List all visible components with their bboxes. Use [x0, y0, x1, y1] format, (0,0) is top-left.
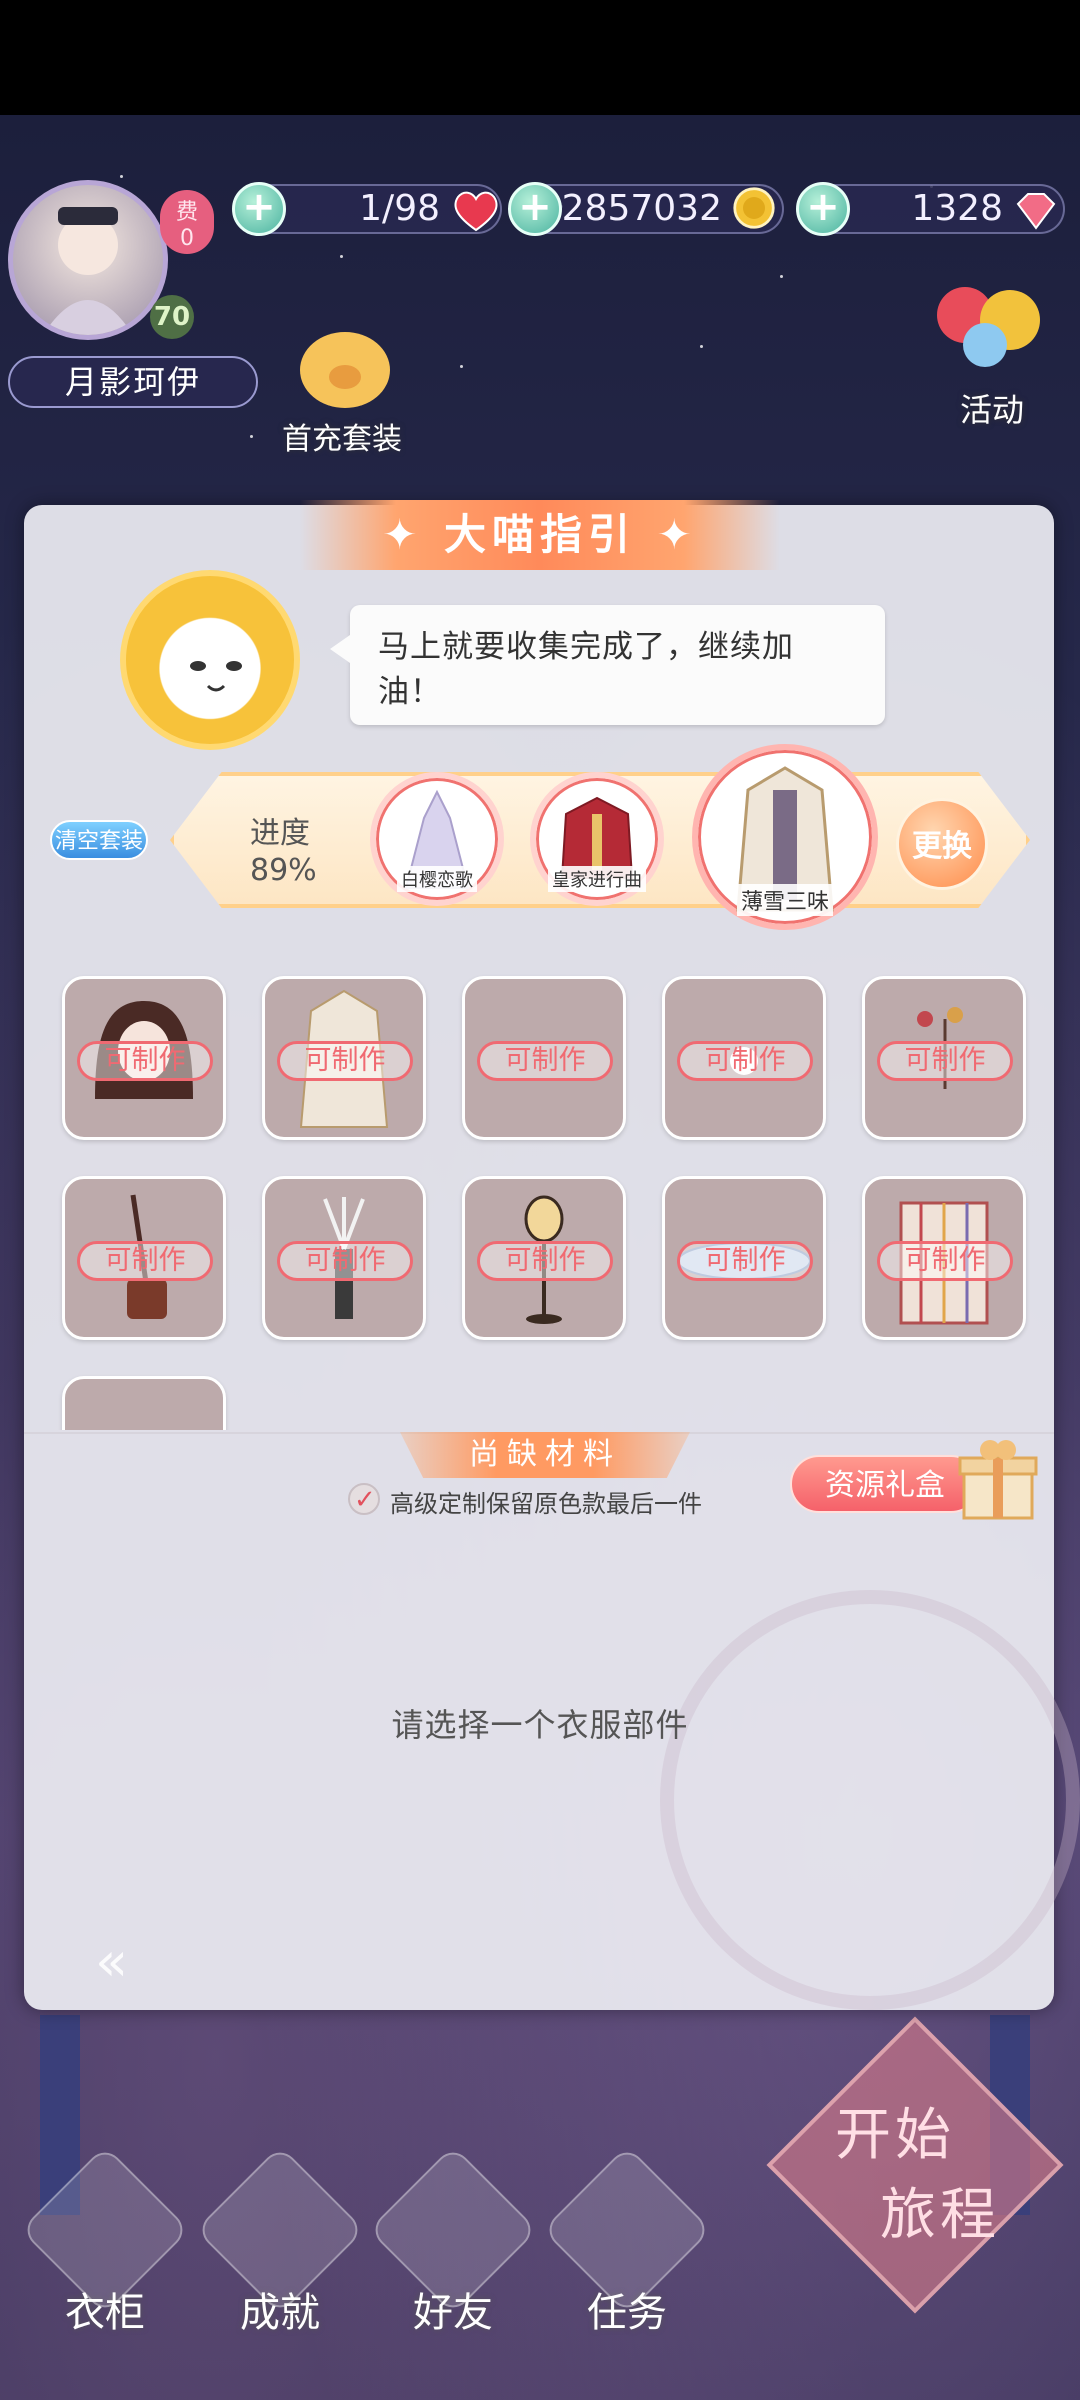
events-label[interactable]: 活动 [960, 385, 1024, 431]
item-cell-lantern[interactable]: 可制作 [462, 1176, 626, 1340]
start-journey-line2: 旅程 [880, 2183, 1000, 2248]
nav-friends[interactable]: 好友 [368, 2145, 538, 2338]
item-grid: 可制作 可制作 可制作 可制作 可制作 可制作 可制作 可制作 可制作 可制作 [24, 960, 1054, 1430]
item-cell-hairpin[interactable]: 可制作 [862, 976, 1026, 1140]
collapse-arrows-icon[interactable]: « [95, 1930, 128, 1993]
craftable-tag: 可制作 [77, 1241, 213, 1281]
keep-color-checkbox[interactable]: ✓ [348, 1483, 380, 1515]
cat-face-icon [190, 661, 242, 692]
suit-option-1-label: 白樱恋歌 [397, 866, 477, 892]
item-cell-empty[interactable]: 可制作 [462, 976, 626, 1140]
player-avatar[interactable] [8, 180, 168, 340]
gold-coin-icon [733, 187, 775, 229]
suit-option-2[interactable]: 皇家进行曲 [530, 772, 664, 906]
add-hearts-button[interactable]: + [232, 182, 286, 236]
add-gold-button[interactable]: + [508, 182, 562, 236]
modal-title: ✦ 大喵指引 ✦ [300, 500, 780, 570]
craftable-tag: 可制作 [877, 1041, 1013, 1081]
keep-color-label: 高级定制保留原色款最后一件 [390, 1490, 702, 1518]
nav-wardrobe[interactable]: 衣柜 [20, 2145, 190, 2338]
craftable-tag: 可制作 [277, 1241, 413, 1281]
guide-speech-bubble: 马上就要收集完成了，继续加油！ [330, 605, 885, 725]
nav-achievements[interactable]: 成就 [195, 2145, 365, 2338]
craftable-tag: 可制作 [77, 1041, 213, 1081]
suit-option-3-selected[interactable]: 薄雪三味 [692, 744, 878, 930]
stamina-badge: 费 0 [160, 190, 214, 254]
first-charge-label[interactable]: 首充套装 [282, 414, 402, 458]
player-name: 月影珂伊 [8, 356, 258, 408]
progress-value: 89% [250, 853, 317, 888]
item-cell-dress[interactable]: 可制作 [262, 976, 426, 1140]
item-cell-hair[interactable]: 可制作 [62, 976, 226, 1140]
item-cell-ground-effect[interactable]: 可制作 [662, 1176, 826, 1340]
suit-option-1[interactable]: 白樱恋歌 [370, 772, 504, 906]
first-charge-pig-icon[interactable] [290, 315, 400, 415]
player-level-badge: 70 [150, 295, 194, 339]
craftable-tag: 可制作 [677, 1041, 813, 1081]
checkmark-icon: ✓ [354, 1485, 376, 1515]
craftable-tag: 可制作 [877, 1241, 1013, 1281]
gift-box-icon [958, 1440, 1038, 1520]
item-cell-flower[interactable]: 可制作 [662, 976, 826, 1140]
missing-materials-title: 尚缺材料 [400, 1432, 690, 1478]
balloons-icon[interactable] [930, 275, 1050, 385]
craftable-tag: 可制作 [477, 1241, 613, 1281]
item-cell-partial[interactable] [62, 1376, 226, 1430]
select-part-prompt: 请选择一个衣服部件 [391, 1706, 689, 1744]
craftable-tag: 可制作 [677, 1241, 813, 1281]
suit-option-3-label: 薄雪三味 [736, 884, 834, 916]
item-cell-shamisen[interactable]: 可制作 [62, 1176, 226, 1340]
craftable-tag: 可制作 [477, 1041, 613, 1081]
start-journey-line1: 开始 [835, 2103, 955, 2168]
change-suit-button[interactable]: 更换 [896, 798, 988, 890]
craftable-tag: 可制作 [277, 1041, 413, 1081]
guide-cat-avatar [120, 570, 300, 750]
status-bar [0, 0, 1080, 115]
add-diamond-button[interactable]: + [796, 182, 850, 236]
suit-option-2-label: 皇家进行曲 [548, 866, 646, 892]
progress-label: 进度 [250, 816, 310, 851]
clear-suit-button[interactable]: 清空套装 [50, 820, 148, 860]
item-cell-backdrop[interactable]: 可制作 [862, 1176, 1026, 1340]
item-cell-handheld[interactable]: 可制作 [262, 1176, 426, 1340]
heart-icon [454, 191, 498, 232]
nav-tasks[interactable]: 任务 [542, 2145, 712, 2338]
mascot-watermark [660, 1590, 1080, 2010]
diamond-icon [1016, 193, 1056, 230]
